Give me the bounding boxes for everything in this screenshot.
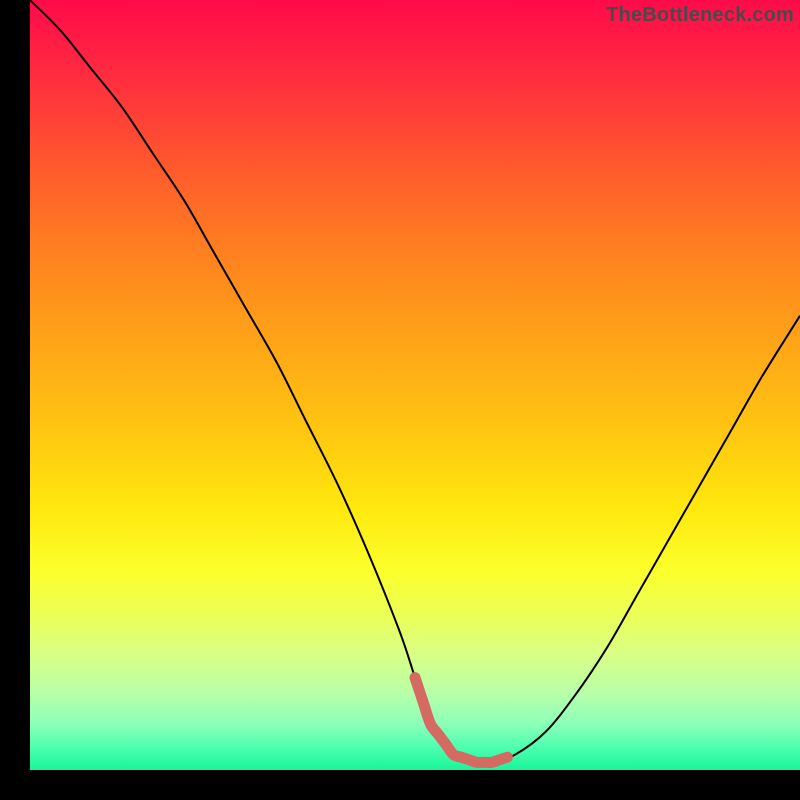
highlight-segment (415, 678, 507, 763)
chart-frame: TheBottleneck.com (0, 0, 800, 800)
curve-layer (30, 0, 800, 770)
plot-area: TheBottleneck.com (30, 0, 800, 770)
bottleneck-curve (30, 0, 800, 763)
